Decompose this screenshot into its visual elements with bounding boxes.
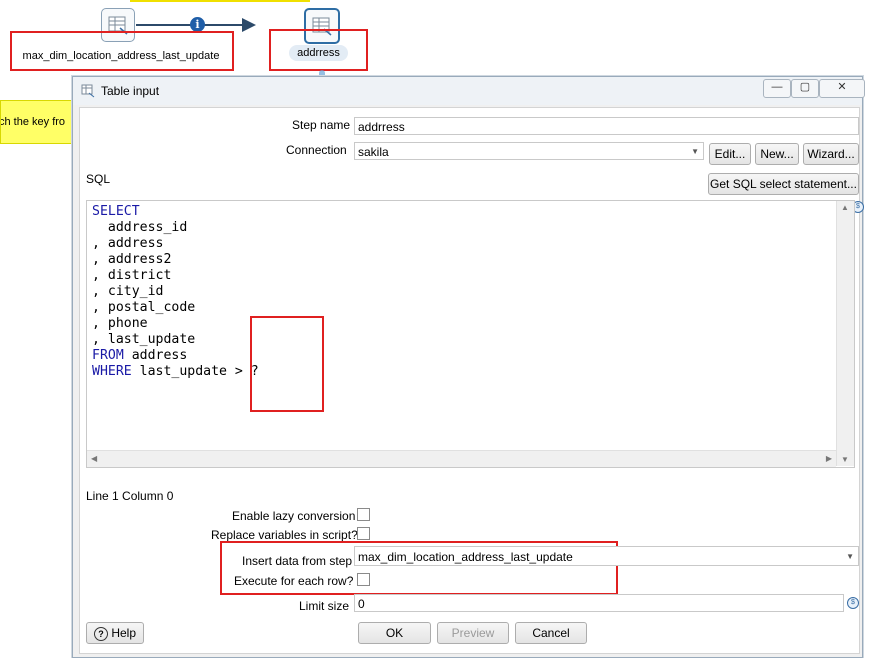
sql-editor[interactable]: SELECT address_id, address, address2, di…: [86, 200, 855, 468]
help-button-label: Help: [111, 626, 137, 640]
annotation-box-sql: [250, 316, 324, 412]
horizontal-scrollbar[interactable]: ◀ ▶: [87, 450, 836, 467]
step2-label-text: addrress: [289, 45, 348, 61]
insert-data-label: Insert data from step: [242, 554, 353, 568]
sql-text-segment: address: [123, 348, 188, 363]
variable-icon: $: [847, 597, 859, 609]
step-name-label: Step name: [292, 118, 351, 132]
help-button[interactable]: ? Help: [86, 622, 144, 644]
sql-keyword: WHERE: [92, 364, 132, 379]
vertical-scrollbar[interactable]: ▲ ▼: [836, 201, 854, 466]
sql-line: address_id: [92, 220, 259, 236]
scroll-down-icon[interactable]: ▼: [841, 455, 849, 464]
sql-line: , district: [92, 268, 259, 284]
canvas-note-strip: [130, 0, 310, 2]
step1-label[interactable]: max_dim_location_address_last_update: [12, 50, 230, 62]
question-icon: ?: [93, 627, 108, 641]
connection-value: sakila: [358, 145, 389, 159]
scroll-right-icon[interactable]: ▶: [826, 454, 832, 463]
dialog-titlebar[interactable]: Table input — ▢ ✕: [73, 77, 865, 105]
replace-variables-label: Replace variables in script?: [211, 528, 358, 542]
sql-text-segment: , last_update: [92, 332, 196, 347]
table-input-dialog: Table input — ▢ ✕ Step name addrress Con…: [72, 76, 865, 658]
sql-line: , phone: [92, 316, 259, 332]
sql-text-segment: , city_id: [92, 284, 164, 299]
step2-label[interactable]: addrress: [271, 45, 366, 61]
cancel-button[interactable]: Cancel: [515, 622, 587, 644]
step-name-input[interactable]: addrress: [354, 117, 859, 135]
sql-keyword: SELECT: [92, 204, 140, 219]
execute-each-row-checkbox[interactable]: [357, 573, 370, 586]
ok-button[interactable]: OK: [358, 622, 431, 644]
sql-line: FROM address: [92, 348, 259, 364]
scroll-up-icon[interactable]: ▲: [841, 203, 849, 212]
dialog-title: Table input: [101, 84, 160, 98]
scroll-left-icon[interactable]: ◀: [91, 454, 97, 463]
sql-text-segment: last_update > ?: [131, 364, 259, 379]
get-sql-button[interactable]: Get SQL select statement...: [708, 173, 859, 195]
sql-text-segment: , address2: [92, 252, 172, 267]
close-button[interactable]: ✕: [819, 79, 865, 98]
sql-text-segment: , postal_code: [92, 300, 196, 315]
sql-text[interactable]: SELECT address_id, address, address2, di…: [92, 204, 259, 380]
sql-line: WHERE last_update > ?: [92, 364, 259, 380]
canvas-note[interactable]: ch the key fro: [0, 100, 82, 144]
hop-arrow-icon: [242, 18, 256, 32]
sql-line: , postal_code: [92, 300, 259, 316]
limit-size-label: Limit size: [299, 599, 350, 613]
insert-data-value: max_dim_location_address_last_update: [358, 550, 573, 564]
sql-text-segment: address_id: [92, 220, 188, 235]
dialog-content: Step name addrress Connection sakila ▼ E…: [79, 107, 864, 654]
insert-data-select[interactable]: max_dim_location_address_last_update ▼: [354, 546, 859, 566]
connection-label: Connection: [286, 143, 347, 157]
sql-line: , last_update: [92, 332, 259, 348]
sql-text-segment: , district: [92, 268, 172, 283]
sql-line: SELECT: [92, 204, 259, 220]
sql-text-segment: , phone: [92, 316, 148, 331]
sql-keyword: FROM: [92, 348, 124, 363]
maximize-button[interactable]: ▢: [791, 79, 819, 98]
sql-label: SQL: [86, 172, 111, 186]
connection-select[interactable]: sakila ▼: [354, 142, 704, 160]
chevron-down-icon: ▼: [846, 552, 854, 561]
lazy-conversion-checkbox[interactable]: [357, 508, 370, 521]
minimize-button[interactable]: —: [763, 79, 791, 98]
execute-each-row-label: Execute for each row?: [234, 574, 354, 588]
sql-line: , address: [92, 236, 259, 252]
sql-line: , address2: [92, 252, 259, 268]
cursor-position: Line 1 Column 0: [86, 489, 174, 503]
sql-line: , city_id: [92, 284, 259, 300]
sql-text-segment: , address: [92, 236, 164, 251]
preview-button[interactable]: Preview: [437, 622, 509, 644]
edit-connection-button[interactable]: Edit...: [709, 143, 751, 165]
replace-variables-checkbox[interactable]: [357, 527, 370, 540]
table-input-icon: [81, 84, 95, 98]
chevron-down-icon: ▼: [691, 147, 699, 156]
lazy-conversion-label: Enable lazy conversion: [232, 509, 356, 523]
limit-size-input[interactable]: 0: [354, 594, 844, 612]
info-icon[interactable]: i: [190, 17, 205, 32]
wizard-button[interactable]: Wizard...: [803, 143, 859, 165]
new-connection-button[interactable]: New...: [755, 143, 799, 165]
